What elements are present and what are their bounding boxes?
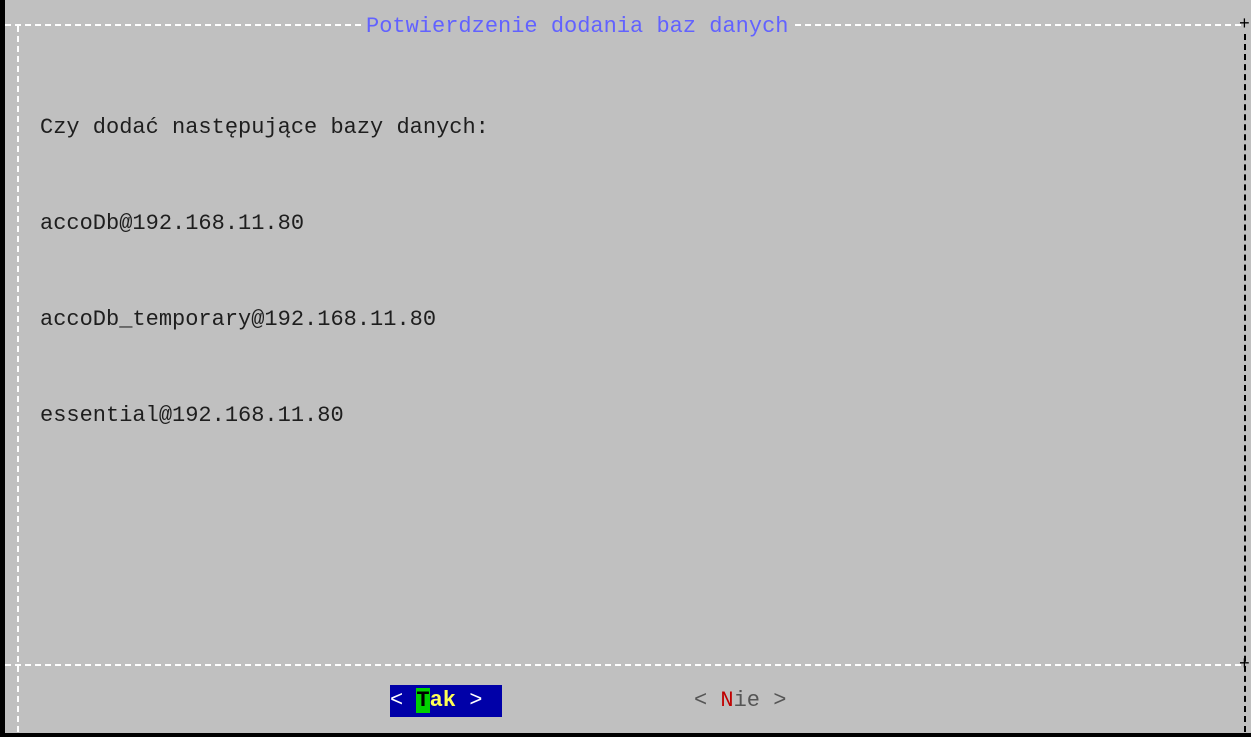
button-separator [5,664,1241,666]
no-button[interactable]: < Nie > [694,685,786,717]
yes-hotkey: T [416,688,430,713]
no-label-rest: ie [733,688,761,713]
no-close-bracket: > [760,688,787,713]
yes-label-rest: ak [429,688,457,713]
confirm-dialog: + + Potwierdzenie dodania baz danych Czy… [0,0,1251,737]
dialog-title: Potwierdzenie dodania baz danych [362,14,793,40]
database-item: accoDb@192.168.11.80 [40,211,305,236]
window-bottom-edge [0,733,1251,737]
database-item: accoDb_temporary@192.168.11.80 [40,307,437,332]
left-border [17,26,19,732]
yes-open-bracket: < [390,688,417,713]
window-left-edge [0,0,5,737]
dialog-content: Czy dodać następujące bazy danych: accoD… [40,48,489,496]
database-item: essential@192.168.11.80 [40,403,344,428]
prompt-text: Czy dodać następujące bazy danych: [40,115,489,140]
yes-close-bracket: > [456,688,483,713]
no-hotkey: N [720,688,734,713]
top-right-corner: + [1239,15,1250,35]
no-open-bracket: < [694,688,721,713]
right-border [1244,34,1246,732]
yes-button[interactable]: < Tak > [390,685,502,717]
